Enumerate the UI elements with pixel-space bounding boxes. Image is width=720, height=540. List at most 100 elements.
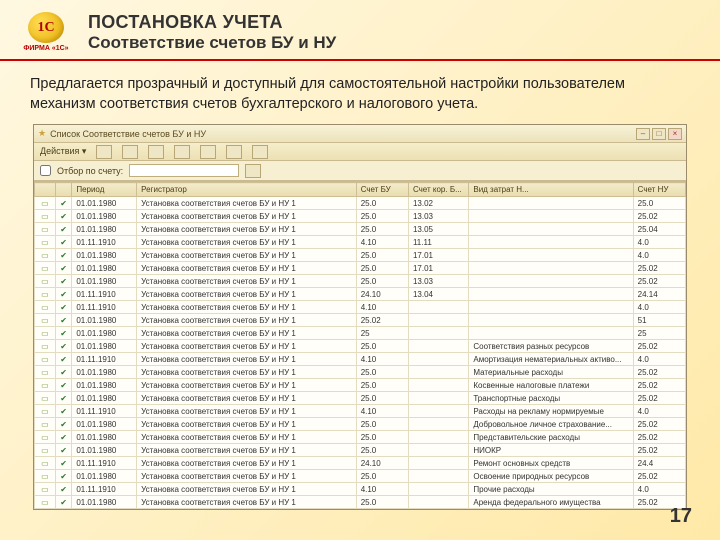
app-window: ★ Список Соответствие счетов БУ и НУ – □… xyxy=(33,124,687,510)
cell-acct-cor xyxy=(408,470,468,483)
row-icon: ▭ xyxy=(35,249,56,262)
row-check-icon: ✔ xyxy=(55,353,71,366)
cell-period: 01.01.1980 xyxy=(72,340,137,353)
logo-1c: 1C ФИРМА «1С» xyxy=(20,12,72,52)
row-check-icon: ✔ xyxy=(55,236,71,249)
logo-mark: 1C xyxy=(28,12,64,43)
filter-select-button[interactable] xyxy=(245,164,261,178)
cell-acct-bu: 4.10 xyxy=(356,301,408,314)
toolbar-button-4[interactable] xyxy=(174,145,190,159)
row-check-icon: ✔ xyxy=(55,327,71,340)
table-row[interactable]: ▭✔01.01.1980Установка соответствия счето… xyxy=(35,418,686,431)
table-row[interactable]: ▭✔01.01.1980Установка соответствия счето… xyxy=(35,249,686,262)
col-period[interactable]: Период xyxy=(72,183,137,197)
filter-checkbox[interactable] xyxy=(40,165,51,176)
col-registrar[interactable]: Регистратор xyxy=(137,183,357,197)
filter-account-input[interactable] xyxy=(129,164,239,177)
row-check-icon: ✔ xyxy=(55,444,71,457)
cell-acct-cor xyxy=(408,340,468,353)
cell-acct-cor: 13.03 xyxy=(408,275,468,288)
table-row[interactable]: ▭✔01.11.1910Установка соответствия счето… xyxy=(35,288,686,301)
table-row[interactable]: ▭✔01.11.1910Установка соответствия счето… xyxy=(35,301,686,314)
table-row[interactable]: ▭✔01.01.1980Установка соответствия счето… xyxy=(35,431,686,444)
col-check[interactable] xyxy=(55,183,71,197)
cell-registrar: Установка соответствия счетов БУ и НУ 1 xyxy=(137,340,357,353)
toolbar-menu-actions[interactable]: Действия ▾ xyxy=(40,146,86,157)
cell-cost-type xyxy=(469,210,633,223)
intro-text: Предлагается прозрачный и доступный для … xyxy=(0,61,720,124)
title-line1: ПОСТАНОВКА УЧЕТА xyxy=(88,12,700,33)
cell-cost-type: Прочие расходы xyxy=(469,483,633,496)
col-acct-cor[interactable]: Счет кор. Б... xyxy=(408,183,468,197)
col-cost-type[interactable]: Вид затрат Н... xyxy=(469,183,633,197)
table-row[interactable]: ▭✔01.01.1980Установка соответствия счето… xyxy=(35,444,686,457)
cell-registrar: Установка соответствия счетов БУ и НУ 1 xyxy=(137,353,357,366)
toolbar-button-1[interactable] xyxy=(96,145,112,159)
cell-period: 01.01.1980 xyxy=(72,327,137,340)
title-line2: Соответствие счетов БУ и НУ xyxy=(88,33,700,53)
row-icon: ▭ xyxy=(35,275,56,288)
cell-period: 01.01.1980 xyxy=(72,262,137,275)
table-row[interactable]: ▭✔01.01.1980Установка соответствия счето… xyxy=(35,379,686,392)
table-row[interactable]: ▭✔01.11.1910Установка соответствия счето… xyxy=(35,405,686,418)
cell-acct-nu: 4.0 xyxy=(633,405,685,418)
cell-period: 01.01.1980 xyxy=(72,418,137,431)
toolbar-button-7[interactable] xyxy=(252,145,268,159)
col-acct-nu[interactable]: Счет НУ xyxy=(633,183,685,197)
cell-period: 01.11.1910 xyxy=(72,301,137,314)
table-row[interactable]: ▭✔01.01.1980Установка соответствия счето… xyxy=(35,470,686,483)
table-row[interactable]: ▭✔01.01.1980Установка соответствия счето… xyxy=(35,197,686,210)
table-row[interactable]: ▭✔01.11.1910Установка соответствия счето… xyxy=(35,457,686,470)
col-acct-bu[interactable]: Счет БУ xyxy=(356,183,408,197)
table-row[interactable]: ▭✔01.01.1980Установка соответствия счето… xyxy=(35,366,686,379)
cell-acct-nu: 4.0 xyxy=(633,483,685,496)
cell-cost-type xyxy=(469,288,633,301)
toolbar-button-5[interactable] xyxy=(200,145,216,159)
table-row[interactable]: ▭✔01.01.1980Установка соответствия счето… xyxy=(35,262,686,275)
cell-cost-type: Добровольное личное страхование... xyxy=(469,418,633,431)
table-row[interactable]: ▭✔01.01.1980Установка соответствия счето… xyxy=(35,392,686,405)
row-check-icon: ✔ xyxy=(55,496,71,509)
cell-cost-type: Аренда федерального имущества xyxy=(469,496,633,509)
grid-header: Период Регистратор Счет БУ Счет кор. Б..… xyxy=(35,183,686,197)
table-row[interactable]: ▭✔01.01.1980Установка соответствия счето… xyxy=(35,496,686,509)
row-icon: ▭ xyxy=(35,210,56,223)
close-button[interactable]: × xyxy=(668,128,682,140)
row-check-icon: ✔ xyxy=(55,379,71,392)
table-row[interactable]: ▭✔01.11.1910Установка соответствия счето… xyxy=(35,353,686,366)
row-icon: ▭ xyxy=(35,405,56,418)
cell-registrar: Установка соответствия счетов БУ и НУ 1 xyxy=(137,210,357,223)
maximize-button[interactable]: □ xyxy=(652,128,666,140)
toolbar-button-6[interactable] xyxy=(226,145,242,159)
cell-registrar: Установка соответствия счетов БУ и НУ 1 xyxy=(137,327,357,340)
row-icon: ▭ xyxy=(35,431,56,444)
cell-registrar: Установка соответствия счетов БУ и НУ 1 xyxy=(137,249,357,262)
table-row[interactable]: ▭✔01.01.1980Установка соответствия счето… xyxy=(35,223,686,236)
table-row[interactable]: ▭✔01.01.1980Установка соответствия счето… xyxy=(35,210,686,223)
cell-period: 01.01.1980 xyxy=(72,314,137,327)
cell-period: 01.11.1910 xyxy=(72,288,137,301)
minimize-button[interactable]: – xyxy=(636,128,650,140)
table-row[interactable]: ▭✔01.11.1910Установка соответствия счето… xyxy=(35,236,686,249)
col-icon[interactable] xyxy=(35,183,56,197)
cell-acct-nu: 25.02 xyxy=(633,210,685,223)
cell-acct-bu: 25 xyxy=(356,327,408,340)
table-row[interactable]: ▭✔01.01.1980Установка соответствия счето… xyxy=(35,327,686,340)
cell-cost-type: Представительские расходы xyxy=(469,431,633,444)
cell-acct-nu: 25.02 xyxy=(633,379,685,392)
row-check-icon: ✔ xyxy=(55,366,71,379)
cell-acct-cor xyxy=(408,392,468,405)
cell-acct-cor xyxy=(408,327,468,340)
cell-cost-type: Материальные расходы xyxy=(469,366,633,379)
cell-acct-nu: 24.14 xyxy=(633,288,685,301)
table-row[interactable]: ▭✔01.01.1980Установка соответствия счето… xyxy=(35,340,686,353)
cell-period: 01.01.1980 xyxy=(72,444,137,457)
cell-acct-cor xyxy=(408,457,468,470)
toolbar-button-3[interactable] xyxy=(148,145,164,159)
cell-acct-cor: 17.01 xyxy=(408,262,468,275)
table-row[interactable]: ▭✔01.01.1980Установка соответствия счето… xyxy=(35,275,686,288)
table-row[interactable]: ▭✔01.01.1980Установка соответствия счето… xyxy=(35,314,686,327)
cell-period: 01.01.1980 xyxy=(72,470,137,483)
toolbar-button-2[interactable] xyxy=(122,145,138,159)
table-row[interactable]: ▭✔01.11.1910Установка соответствия счето… xyxy=(35,483,686,496)
